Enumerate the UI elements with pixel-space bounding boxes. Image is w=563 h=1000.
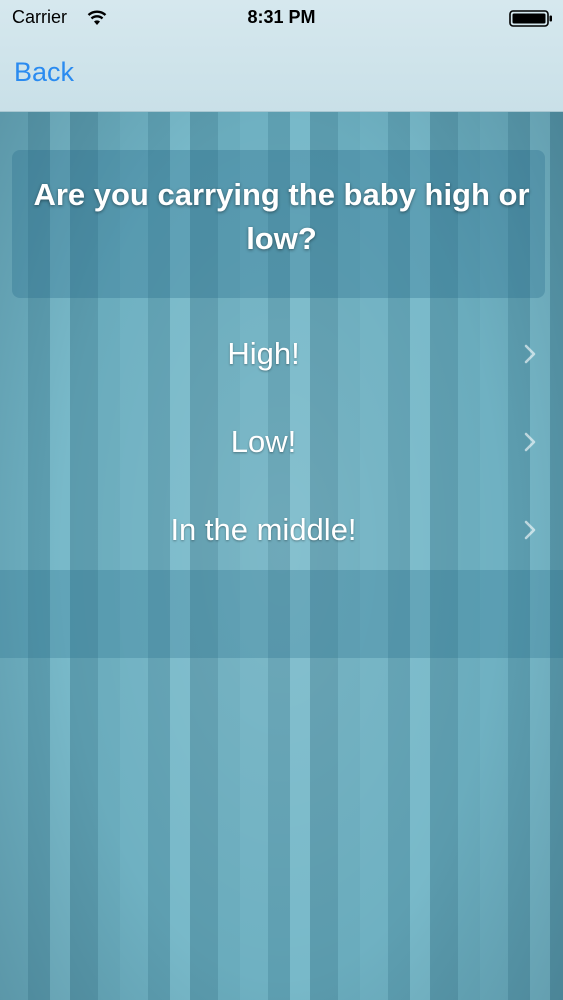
option-label: In the middle! (170, 512, 357, 547)
battery-icon (509, 10, 552, 27)
navigation-bar: Back (0, 36, 563, 112)
empty-footer-band (0, 570, 563, 658)
chevron-right-icon (524, 520, 536, 540)
option-high[interactable]: High! (0, 310, 563, 398)
chevron-right-icon (524, 432, 536, 452)
top-bar: Carrier 8:31 PM Back (0, 0, 563, 112)
question-title: Are you carrying the baby high or low? (33, 177, 530, 256)
option-in-the-middle[interactable]: In the middle! (0, 486, 563, 574)
option-label: Low! (230, 424, 297, 459)
option-low[interactable]: Low! (0, 398, 563, 486)
chevron-right-icon (524, 344, 536, 364)
option-label: High! (227, 336, 300, 371)
back-button[interactable]: Back (14, 57, 74, 88)
status-time: 8:31 PM (247, 7, 316, 27)
status-bar: Carrier 8:31 PM (0, 0, 563, 36)
